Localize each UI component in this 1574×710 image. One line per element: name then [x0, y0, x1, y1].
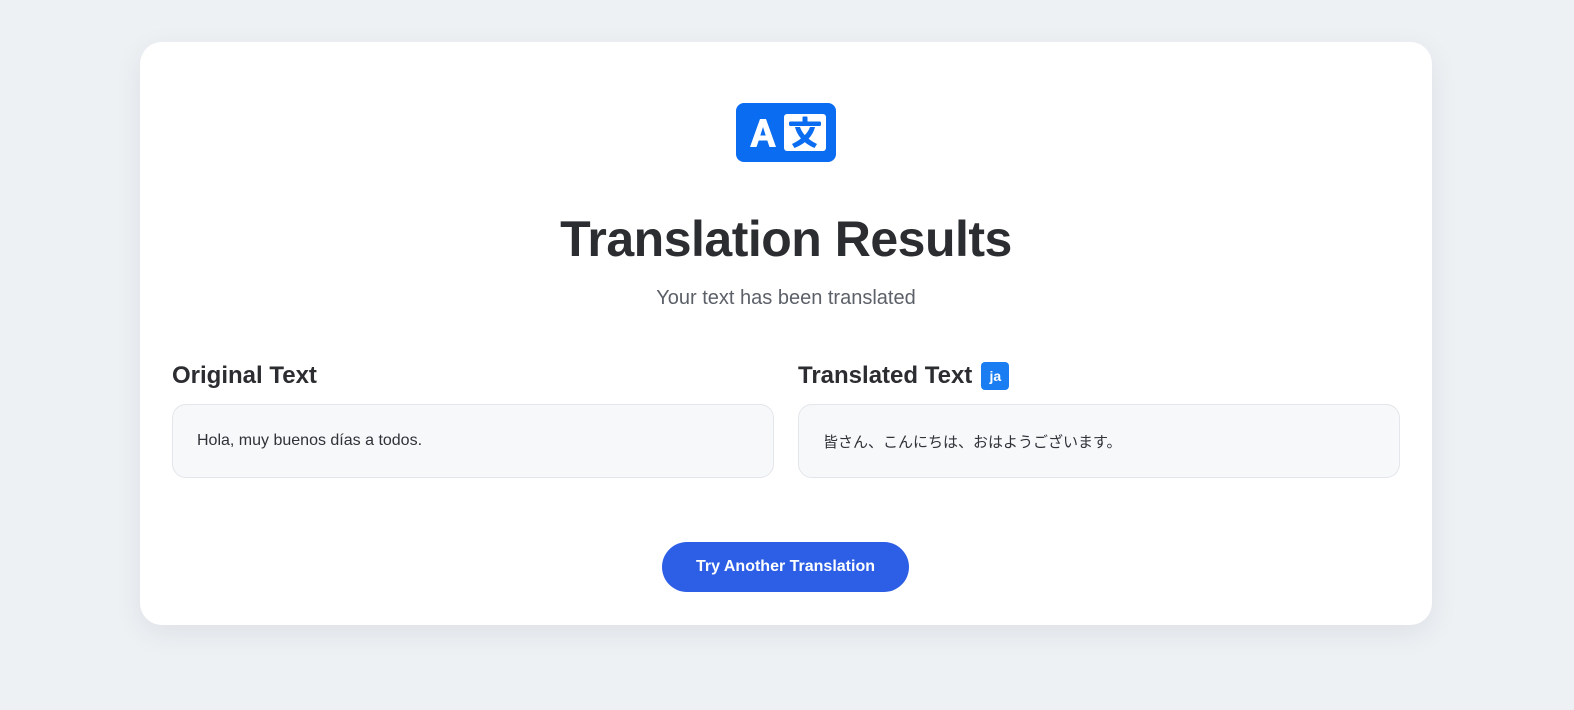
- translated-text-heading: Translated Text: [798, 362, 973, 389]
- page-title: Translation Results: [560, 211, 1012, 267]
- translated-text-box: 皆さん、こんにちは、おはようございます。: [798, 404, 1400, 478]
- page-subtitle: Your text has been translated: [656, 287, 916, 309]
- translated-text-content: 皆さん、こんにちは、おはようございます。: [823, 432, 1122, 451]
- original-text-section: Original Text Hola, muy buenos días a to…: [172, 358, 774, 478]
- translated-text-section: Translated Text ja 皆さん、こんにちは、おはようございます。: [798, 358, 1400, 478]
- language-badge: ja: [981, 362, 1010, 390]
- translate-icon: [736, 103, 836, 162]
- results-card: Translation Results Your text has been t…: [140, 42, 1432, 625]
- original-text-heading: Original Text: [172, 362, 317, 389]
- try-another-translation-button[interactable]: Try Another Translation: [662, 542, 909, 592]
- original-text-box: Hola, muy buenos días a todos.: [172, 404, 774, 478]
- translated-text-header: Translated Text ja: [798, 358, 1400, 394]
- original-text-content: Hola, muy buenos días a todos.: [197, 432, 423, 449]
